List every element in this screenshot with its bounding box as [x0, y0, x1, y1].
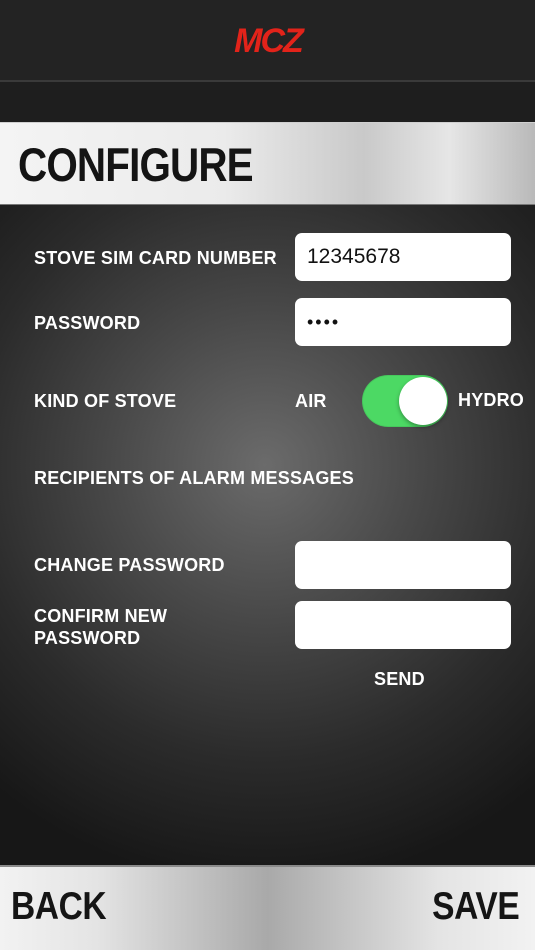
stove-kind-toggle[interactable] [362, 375, 448, 427]
send-button[interactable]: SEND [374, 668, 425, 690]
confirm-password-label: CONFIRM NEW PASSWORD [34, 605, 167, 649]
back-button[interactable]: BACK [11, 885, 107, 929]
alarm-recipients-link[interactable]: RECIPIENTS OF ALARM MESSAGES [34, 467, 354, 489]
toggle-knob [399, 377, 447, 425]
confirm-password-label-line1: CONFIRM NEW [34, 606, 168, 626]
mcz-logo: MCZ [0, 0, 535, 80]
stove-kind-hydro-label: HYDRO [458, 390, 525, 410]
confirm-password-input[interactable] [295, 601, 511, 649]
save-button[interactable]: SAVE [432, 885, 520, 929]
confirm-password-label-line2: PASSWORD [34, 628, 141, 648]
top-bar: MCZ [0, 0, 535, 80]
password-value: •••• [307, 312, 341, 332]
sim-number-label: STOVE SIM CARD NUMBER [34, 248, 277, 268]
stove-kind-air-label: AIR [295, 391, 327, 411]
svg-text:MCZ: MCZ [234, 23, 305, 57]
sim-number-input[interactable]: 12345678 [295, 233, 511, 281]
mcz-logo-mark: MCZ [234, 23, 307, 57]
page-title: CONFIGURE [18, 138, 254, 191]
sim-number-value: 12345678 [307, 245, 401, 268]
change-password-input[interactable] [295, 541, 511, 589]
change-password-label: CHANGE PASSWORD [34, 555, 225, 575]
stove-kind-label: KIND OF STOVE [34, 391, 177, 411]
password-label: PASSWORD [34, 313, 141, 333]
password-input[interactable]: •••• [295, 298, 511, 346]
sub-bar [0, 82, 535, 122]
